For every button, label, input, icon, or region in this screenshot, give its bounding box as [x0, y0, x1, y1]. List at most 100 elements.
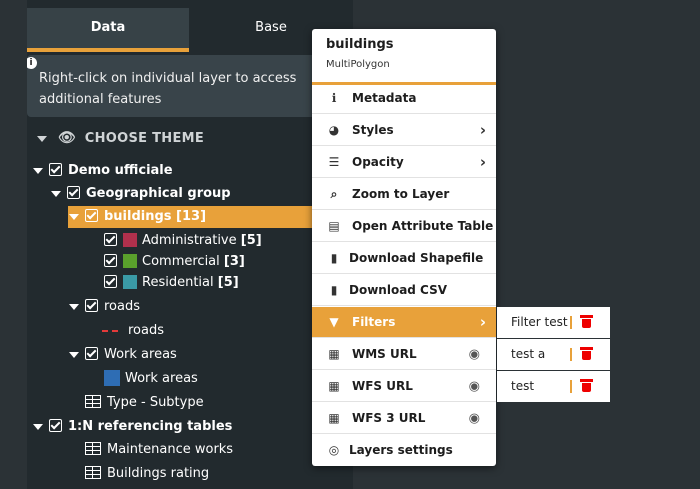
chevron-right-icon: ›	[479, 121, 486, 139]
menu-item-opacity[interactable]: ☰ Opacity ›	[312, 147, 496, 178]
layer-work-areas[interactable]: Work areas	[69, 345, 177, 365]
table-icon	[85, 442, 101, 455]
choose-theme-toggle[interactable]: 👁 CHOOSE THEME	[37, 130, 204, 146]
menu-item-label: Open Attribute Table	[352, 219, 494, 233]
checkbox[interactable]	[85, 299, 98, 312]
trash-icon[interactable]	[580, 347, 593, 360]
legend-item[interactable]: Commercial [3]	[104, 252, 245, 272]
menu-item-wfs-url[interactable]: ▦ WFS URL ◉	[312, 371, 496, 402]
csv-file-icon: ▮	[330, 283, 338, 297]
menu-item-layers-settings[interactable]: ◎ Layers settings	[312, 435, 496, 466]
legend-item: roads	[102, 321, 164, 341]
tree-root[interactable]: Demo ufficiale	[33, 161, 173, 181]
legend-item[interactable]: Residential [5]	[104, 273, 239, 293]
tree-group-label: Geographical group	[86, 186, 231, 201]
menu-item-styles[interactable]: ◕ Styles ›	[312, 115, 496, 146]
checkbox[interactable]	[104, 275, 117, 288]
legend-swatch	[123, 253, 137, 268]
filter-label: test	[511, 379, 535, 393]
menu-item-label: Opacity	[352, 155, 404, 169]
divider	[570, 348, 572, 361]
legend-item: Work areas	[104, 369, 198, 389]
palette-icon: ◕	[328, 123, 340, 137]
legend-swatch	[123, 274, 137, 289]
tab-data[interactable]: Data	[27, 8, 189, 52]
legend-item[interactable]: Administrative [5]	[104, 231, 262, 251]
checkbox[interactable]	[67, 186, 80, 199]
eye-icon[interactable]: ◉	[469, 371, 480, 402]
legend-swatch	[123, 232, 137, 247]
caret-down-icon[interactable]	[69, 351, 79, 358]
checkbox[interactable]	[85, 209, 98, 222]
menu-item-wfs3-url[interactable]: ▦ WFS 3 URL ◉	[312, 403, 496, 434]
legend-count: [5]	[240, 233, 262, 248]
dashed-line-icon	[102, 329, 118, 332]
layer-roads[interactable]: roads	[69, 297, 140, 317]
legend-swatch	[104, 369, 120, 386]
left-map-strip	[0, 0, 27, 489]
legend-label: Residential	[142, 275, 214, 290]
table-icon: ▤	[328, 219, 340, 233]
menu-item-download-shapefile[interactable]: ▮ Download Shapefile	[312, 243, 496, 274]
tree-group[interactable]: Geographical group	[51, 184, 231, 204]
layer-buildings[interactable]: buildings [13]	[69, 207, 206, 227]
caret-down-icon[interactable]	[69, 213, 79, 220]
tree-referencing-label: 1:N referencing tables	[68, 419, 233, 434]
eye-icon[interactable]: ◉	[469, 403, 480, 434]
menu-item-open-attribute-table[interactable]: ▤ Open Attribute Table	[312, 211, 496, 242]
filter-icon: ▼	[329, 315, 339, 329]
table-maintenance[interactable]: Maintenance works	[85, 440, 233, 460]
layers-settings-icon: ◎	[328, 443, 340, 457]
legend-label: roads	[128, 323, 165, 338]
info-text: Right-click on individual layer to acces…	[39, 71, 297, 107]
checkbox[interactable]	[104, 233, 117, 246]
chevron-right-icon: ›	[479, 153, 486, 171]
legend-label: Administrative	[142, 233, 237, 248]
eye-icon[interactable]: ◉	[469, 339, 480, 370]
menu-item-zoom-to-layer[interactable]: ⌕ Zoom to Layer	[312, 179, 496, 210]
layer-roads-label: roads	[104, 299, 141, 314]
layer-buildings-label: buildings [13]	[104, 209, 207, 224]
table-type-subtype[interactable]: Type - Subtype	[85, 393, 204, 413]
menu-item-label: Download Shapefile	[349, 251, 484, 265]
caret-down-icon	[37, 135, 47, 142]
checkbox[interactable]	[85, 347, 98, 360]
menu-item-metadata[interactable]: ℹ Metadata	[312, 83, 496, 114]
menu-item-label: Metadata	[352, 91, 417, 105]
table-label: Type - Subtype	[107, 395, 204, 410]
checkbox[interactable]	[104, 254, 117, 267]
caret-down-icon[interactable]	[51, 190, 61, 197]
legend-label: Work areas	[125, 371, 198, 386]
menu-item-label: WFS 3 URL	[352, 411, 426, 425]
menu-item-wms-url[interactable]: ▦ WMS URL ◉	[312, 339, 496, 370]
eye-icon: 👁	[57, 130, 76, 146]
menu-item-filters[interactable]: ▼ Filters ›	[312, 307, 496, 338]
trash-icon[interactable]	[580, 379, 593, 392]
menu-item-label: Download CSV	[349, 283, 448, 297]
menu-item-label: Styles	[352, 123, 394, 137]
info-icon: ℹ	[331, 91, 337, 105]
filter-item[interactable]: test	[497, 371, 610, 402]
file-download-icon: ▮	[330, 251, 338, 265]
caret-down-icon[interactable]	[33, 423, 43, 430]
tree-referencing[interactable]: 1:N referencing tables	[33, 417, 232, 437]
chevron-right-icon: ›	[479, 313, 486, 331]
table-icon	[85, 466, 101, 479]
checkbox[interactable]	[49, 163, 62, 176]
legend-count: [5]	[217, 275, 239, 290]
checkbox[interactable]	[49, 419, 62, 432]
filter-item[interactable]: Filter test	[497, 307, 610, 338]
caret-down-icon[interactable]	[69, 303, 79, 310]
menu-header: buildings MultiPolygon	[312, 29, 496, 85]
filter-label: Filter test	[511, 315, 568, 329]
menu-item-label: Filters	[352, 315, 396, 329]
filter-label: test a	[511, 347, 546, 361]
trash-icon[interactable]	[580, 315, 593, 328]
menu-item-download-csv[interactable]: ▮ Download CSV	[312, 275, 496, 306]
caret-down-icon[interactable]	[33, 167, 43, 174]
legend-count: [3]	[223, 254, 245, 269]
filter-item[interactable]: test a	[497, 339, 610, 370]
panel-tabs: Data Base	[27, 8, 353, 52]
table-label: Maintenance works	[107, 442, 234, 457]
table-rating[interactable]: Buildings rating	[85, 464, 209, 484]
